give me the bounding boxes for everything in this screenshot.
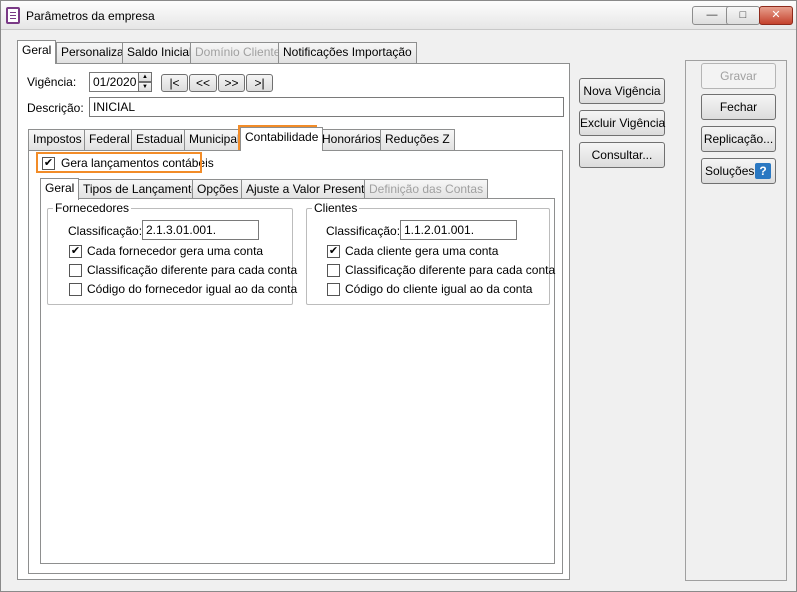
- fornecedor-classificacao-checkbox[interactable]: [69, 264, 82, 277]
- solucoes-label: Soluções: [705, 164, 755, 178]
- solucoes-button[interactable]: Soluções ?: [701, 158, 776, 184]
- window-title: Parâmetros da empresa: [26, 9, 155, 23]
- main-tab-panel: Vigência: 01/2020 ▲ ▼ |< << >> >| Descri…: [17, 63, 570, 580]
- inner-tab-ajuste[interactable]: Ajuste a Valor Presente: [241, 179, 377, 199]
- cliente-conta-label: Cada cliente gera uma conta: [345, 244, 499, 258]
- tab-municipal[interactable]: Municipal: [184, 129, 245, 150]
- nova-vigencia-button[interactable]: Nova Vigência: [579, 78, 665, 104]
- cliente-classificacao-label: Classificação diferente para cada conta: [345, 263, 556, 277]
- fornecedor-classificacao-label: Classificação diferente para cada conta: [87, 263, 298, 277]
- fornecedores-classificacao-label: Classificação:: [68, 224, 143, 238]
- excluir-vigencia-button[interactable]: Excluir Vigência: [579, 110, 665, 136]
- fechar-button[interactable]: Fechar: [701, 94, 776, 120]
- tab-federal[interactable]: Federal: [84, 129, 135, 150]
- gera-lancamentos-label: Gera lançamentos contábeis: [61, 156, 214, 170]
- window: Parâmetros da empresa — □ ✕ Geral Person…: [0, 0, 797, 592]
- tab-honorarios[interactable]: Honorários: [317, 129, 386, 150]
- vigencia-field[interactable]: 01/2020: [89, 72, 139, 92]
- tab-estadual[interactable]: Estadual: [131, 129, 188, 150]
- descricao-label: Descrição:: [27, 101, 84, 115]
- last-button[interactable]: >|: [246, 74, 273, 92]
- inner-tab-opcoes[interactable]: Opções: [192, 179, 244, 199]
- clientes-title: Clientes: [312, 201, 360, 215]
- maximize-button[interactable]: □: [726, 6, 760, 25]
- replicacao-button[interactable]: Replicação...: [701, 126, 776, 152]
- sub-tab-panel: ✔ Gera lançamentos contábeis Geral Tipos…: [28, 150, 563, 574]
- descricao-field[interactable]: INICIAL: [89, 97, 564, 117]
- help-icon: ?: [755, 163, 771, 179]
- consultar-button[interactable]: Consultar...: [579, 142, 665, 168]
- spin-down-icon[interactable]: ▼: [138, 82, 152, 92]
- fornecedor-codigo-label: Código do fornecedor igual ao da conta: [87, 282, 298, 296]
- cliente-conta-checkbox[interactable]: ✔: [327, 245, 340, 258]
- tab-geral[interactable]: Geral: [17, 40, 57, 64]
- inner-tab-tipos[interactable]: Tipos de Lançamento: [78, 179, 203, 199]
- tab-reducoes-z[interactable]: Reduções Z: [380, 129, 455, 150]
- tab-dominio-cliente: Domínio Cliente: [190, 42, 286, 63]
- tab-personaliza[interactable]: Personaliza: [56, 42, 129, 63]
- title-bar: Parâmetros da empresa — □ ✕: [1, 1, 796, 30]
- fornecedores-classificacao-field[interactable]: 2.1.3.01.001.: [142, 220, 259, 240]
- fornecedor-codigo-checkbox[interactable]: [69, 283, 82, 296]
- fornecedores-title: Fornecedores: [53, 201, 132, 215]
- inner-tab-geral[interactable]: Geral: [40, 178, 80, 200]
- tab-saldo-inicial[interactable]: Saldo Inicial: [122, 42, 197, 63]
- prev-button[interactable]: <<: [189, 74, 217, 92]
- cliente-codigo-checkbox[interactable]: [327, 283, 340, 296]
- tab-contabilidade[interactable]: Contabilidade: [240, 127, 324, 151]
- cliente-codigo-label: Código do cliente igual ao da conta: [345, 282, 533, 296]
- clientes-classificacao-field[interactable]: 1.1.2.01.001.: [400, 220, 517, 240]
- app-icon: [6, 7, 20, 24]
- vigencia-label: Vigência:: [27, 75, 77, 89]
- next-button[interactable]: >>: [218, 74, 245, 92]
- cliente-classificacao-checkbox[interactable]: [327, 264, 340, 277]
- spin-up-icon[interactable]: ▲: [138, 72, 152, 82]
- tab-notificacoes[interactable]: Notificações Importação: [278, 42, 417, 63]
- gravar-button: Gravar: [701, 63, 776, 89]
- inner-tab-panel: Fornecedores Classificação: 2.1.3.01.001…: [40, 198, 555, 564]
- first-button[interactable]: |<: [161, 74, 188, 92]
- inner-tab-definicao: Definição das Contas: [364, 179, 489, 199]
- fornecedor-conta-label: Cada fornecedor gera uma conta: [87, 244, 264, 258]
- tab-impostos[interactable]: Impostos: [28, 129, 87, 150]
- close-button[interactable]: ✕: [759, 6, 793, 25]
- clientes-classificacao-label: Classificação:: [326, 224, 401, 238]
- gera-lancamentos-checkbox[interactable]: ✔: [42, 157, 55, 170]
- fornecedor-conta-checkbox[interactable]: ✔: [69, 245, 82, 258]
